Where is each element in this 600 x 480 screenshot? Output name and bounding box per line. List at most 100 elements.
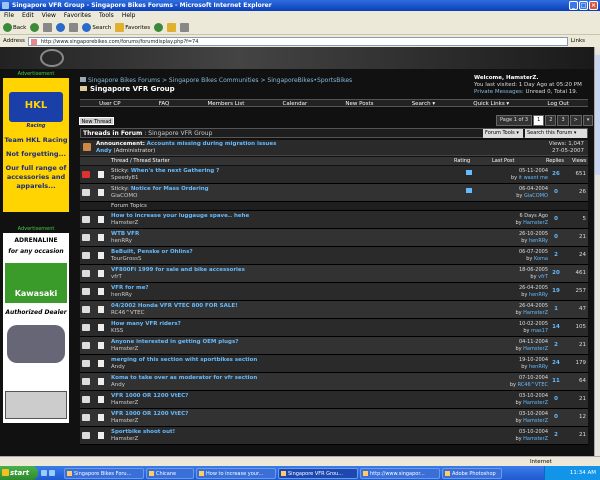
search-forum-dropdown[interactable]: Search this Forum ▾ — [525, 129, 587, 138]
col-rating[interactable]: Rating — [454, 157, 470, 165]
last-post-user[interactable]: HamsterZ — [523, 220, 548, 226]
last-post-user[interactable]: HamsterZ — [523, 418, 548, 424]
reply-count[interactable]: 19 — [550, 288, 562, 294]
reply-count[interactable]: 0 — [550, 414, 562, 420]
thread-link[interactable]: Sportbike shoot out! — [111, 429, 175, 435]
thread-link[interactable]: BeBuilt, Penske or Ohlins? — [111, 249, 193, 255]
maximize-icon[interactable]: □ — [579, 1, 588, 10]
reply-count[interactable]: 2 — [550, 252, 562, 258]
page-scrollbar[interactable] — [594, 47, 600, 456]
thread-row[interactable]: VFR 1000 OR 1200 VtEC? HamsterZ 03-10-2004… — [80, 409, 588, 427]
last-post-user[interactable]: HamsterZ — [523, 310, 548, 316]
thread-row[interactable]: merging of this section wiht sportbikes … — [80, 355, 588, 373]
links-button[interactable]: Links — [571, 38, 585, 44]
reply-count[interactable]: 11 — [550, 378, 562, 384]
reply-count[interactable]: 14 — [550, 324, 562, 330]
reply-count[interactable]: 0 — [550, 189, 562, 195]
nav-new-posts[interactable]: New Posts — [345, 100, 373, 107]
stop-button[interactable] — [43, 23, 53, 32]
thread-author[interactable]: Speedy81 — [111, 175, 139, 181]
thread-link[interactable]: VF800Fi 1999 for sale and bike accessori… — [111, 267, 245, 273]
thread-link[interactable]: 04/2002 Honda VFR VTEC 800 FOR SALE! — [111, 303, 238, 309]
address-input[interactable]: http://www.singaporebikes.com/forums/for… — [27, 36, 568, 46]
thread-row[interactable]: How to increase your luggauge spave.. he… — [80, 211, 588, 229]
scrollbar-thumb[interactable] — [595, 55, 600, 175]
ie-icon[interactable] — [41, 470, 47, 476]
taskbar-item[interactable]: Singapore Bikes Foru... — [64, 467, 144, 479]
nav-search[interactable]: Search ▾ — [412, 100, 435, 107]
thread-link[interactable]: When's the next Gathering ? — [131, 168, 219, 174]
menu-help[interactable]: Help — [122, 11, 136, 21]
last-post-user[interactable]: HamsterZ — [523, 346, 548, 352]
last-post-user[interactable]: henRRy — [529, 238, 548, 244]
taskbar-item-active[interactable]: Singapore VFR Grou... — [278, 467, 358, 479]
favorites-button[interactable]: Favorites — [115, 23, 150, 32]
history-button[interactable] — [154, 23, 164, 32]
home-button[interactable] — [69, 23, 79, 32]
thread-row[interactable]: Sportbike shoot out! HamsterZ 03-10-2004 by… — [80, 427, 588, 445]
thread-author[interactable]: HamsterZ — [111, 220, 138, 226]
taskbar-item[interactable]: http://www.singapor... — [360, 467, 440, 479]
nav-user-cp[interactable]: User CP — [99, 100, 120, 107]
taskbar-item[interactable]: Adobe Photoshop — [442, 467, 502, 479]
thread-row[interactable]: VFR 1000 OR 1200 VtEC? HamsterZ 03-10-2004… — [80, 391, 588, 409]
last-post-user[interactable]: vfrT — [538, 274, 548, 280]
new-thread-button[interactable]: New Thread — [79, 117, 114, 125]
thread-author[interactable]: RC46^VTEC — [111, 310, 144, 316]
menu-file[interactable]: File — [4, 11, 14, 21]
page-link[interactable]: 3 — [557, 115, 569, 126]
thread-row[interactable]: 04/2002 Honda VFR VTEC 800 FOR SALE! RC46… — [80, 301, 588, 319]
menu-tools[interactable]: Tools — [99, 11, 114, 21]
mail-button[interactable] — [167, 23, 177, 32]
thread-author[interactable]: HamsterZ — [111, 436, 138, 442]
announcement-link[interactable]: Accounts missing during migration issues — [147, 141, 277, 147]
desktop-icon[interactable] — [49, 470, 55, 476]
thread-link[interactable]: Koma to take over as moderator for vfr s… — [111, 375, 257, 381]
forum-tools-dropdown[interactable]: Forum Tools ▾ — [483, 129, 523, 138]
page-jump-dropdown[interactable]: ▾ — [582, 115, 594, 126]
menu-view[interactable]: View — [42, 11, 56, 21]
kawasaki-ad-banner[interactable]: ADRENALINE for any occasion Kawasaki Aut… — [3, 233, 69, 423]
thread-row[interactable]: VFR for me? henRRy 26-04-2005 by henRRy 19 25… — [80, 283, 588, 301]
nav-members[interactable]: Members List — [208, 100, 245, 107]
thread-author[interactable]: vfrT — [111, 274, 122, 280]
nav-logout[interactable]: Log Out — [547, 100, 569, 107]
thread-author[interactable]: TourGrossS — [111, 256, 142, 262]
last-post-user[interactable]: henRRy — [529, 292, 548, 298]
reply-count[interactable]: 2 — [550, 432, 562, 438]
reply-count[interactable]: 24 — [550, 360, 562, 366]
breadcrumb[interactable]: Singapore Bikes Forums > Singapore Bikes… — [80, 77, 352, 84]
refresh-button[interactable] — [56, 23, 66, 32]
nav-quick-links[interactable]: Quick Links ▾ — [473, 100, 509, 107]
reply-count[interactable]: 0 — [550, 396, 562, 402]
announcement-row[interactable]: Announcement: Accounts missing during mi… — [80, 140, 588, 156]
reply-count[interactable]: 1 — [550, 306, 562, 312]
thread-link[interactable]: Anyone interested in getting OEM plugs? — [111, 339, 238, 345]
print-button[interactable] — [180, 23, 190, 32]
col-views[interactable]: Views — [572, 157, 586, 165]
thread-author[interactable]: HamsterZ — [111, 418, 138, 424]
thread-author[interactable]: GiaCOMO — [111, 193, 137, 199]
thread-link[interactable]: VFR for me? — [111, 285, 149, 291]
thread-link[interactable]: WTB VFR — [111, 231, 139, 237]
thread-row[interactable]: How many VFR riders? KISS 10-02-2005 by mas… — [80, 319, 588, 337]
col-thread[interactable]: Thread / Thread Starter — [111, 157, 170, 165]
reply-count[interactable]: 26 — [550, 171, 562, 177]
minimize-icon[interactable]: _ — [569, 1, 578, 10]
col-replies[interactable]: Replies — [546, 157, 564, 165]
last-post-user[interactable]: HamsterZ — [523, 436, 548, 442]
page-link[interactable]: 1 — [533, 115, 545, 126]
thread-row[interactable]: WTB VFR henRRy 26-10-2005 by henRRy 0 21 — [80, 229, 588, 247]
menu-edit[interactable]: Edit — [22, 11, 34, 21]
thread-link[interactable]: How many VFR riders? — [111, 321, 181, 327]
last-post-user[interactable]: mas17 — [531, 328, 548, 334]
site-logo-icon[interactable] — [40, 49, 64, 67]
next-page-link[interactable]: > — [569, 115, 582, 126]
last-post-user[interactable]: it wasnt me — [519, 175, 548, 181]
thread-row[interactable]: Sticky: When's the next Gathering ? Spee… — [80, 166, 588, 184]
thread-link[interactable]: merging of this section wiht sportbikes … — [111, 357, 257, 363]
pm-link[interactable]: Private Messages: — [474, 89, 524, 95]
thread-author[interactable]: henRRy — [111, 238, 132, 244]
page-link[interactable]: 2 — [545, 115, 557, 126]
thread-row[interactable]: Anyone interested in getting OEM plugs? H… — [80, 337, 588, 355]
